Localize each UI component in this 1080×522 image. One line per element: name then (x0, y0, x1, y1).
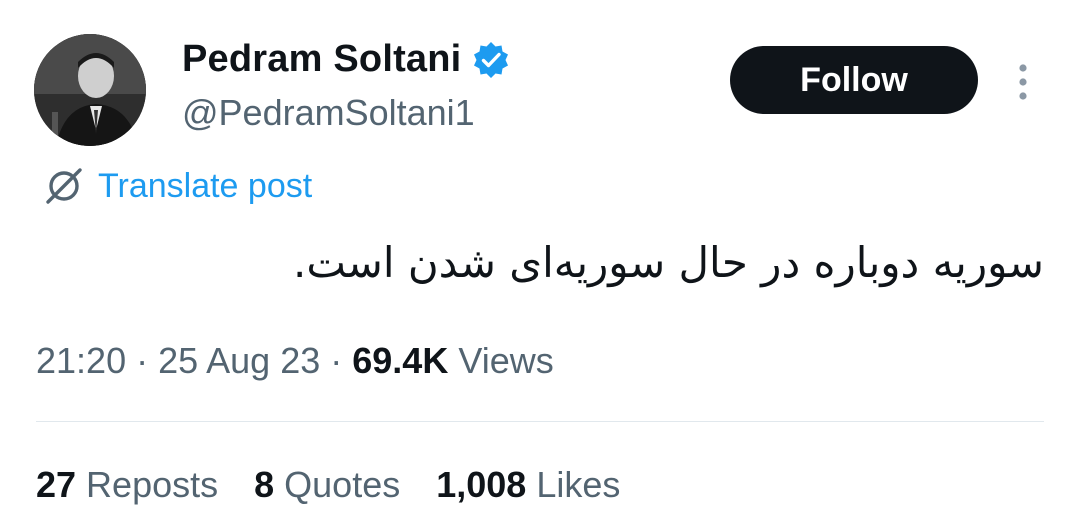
more-options-icon[interactable] (1010, 62, 1036, 102)
likes-stat[interactable]: 1,008 Likes (436, 464, 620, 506)
author-name-row[interactable]: Pedram Soltani (182, 38, 511, 81)
likes-label: Likes (536, 464, 621, 505)
post-meta: 21:20 · 25 Aug 23 · 69.4K Views (36, 340, 554, 382)
translate-post-label[interactable]: Translate post (98, 167, 312, 206)
likes-count: 1,008 (436, 464, 527, 505)
reposts-stat[interactable]: 27 Reposts (36, 464, 218, 506)
views-label: Views (458, 340, 554, 381)
globe-slash-icon (46, 168, 82, 204)
meta-separator: · (330, 340, 343, 381)
views-count: 69.4K (352, 340, 449, 381)
translate-post-link[interactable]: Translate post (42, 166, 312, 206)
follow-button[interactable]: Follow (730, 46, 978, 114)
quotes-stat[interactable]: 8 Quotes (254, 464, 400, 506)
engagement-stats: 27 Reposts 8 Quotes 1,008 Likes (36, 464, 656, 506)
post-date[interactable]: 25 Aug 23 (158, 340, 320, 382)
avatar[interactable] (34, 34, 146, 146)
reposts-label: Reposts (86, 464, 219, 505)
author-handle[interactable]: @PedramSoltani1 (182, 92, 475, 134)
verified-badge-icon (474, 41, 509, 78)
meta-separator: · (136, 340, 149, 381)
author-name[interactable]: Pedram Soltani (182, 38, 461, 81)
post-text: سوریه دوباره در حال سوریه‌ای شدن است. (293, 238, 1044, 287)
reposts-count: 27 (36, 464, 77, 505)
divider (36, 421, 1044, 422)
post-time[interactable]: 21:20 (36, 340, 126, 382)
quotes-count: 8 (254, 464, 275, 505)
quotes-label: Quotes (284, 464, 401, 505)
